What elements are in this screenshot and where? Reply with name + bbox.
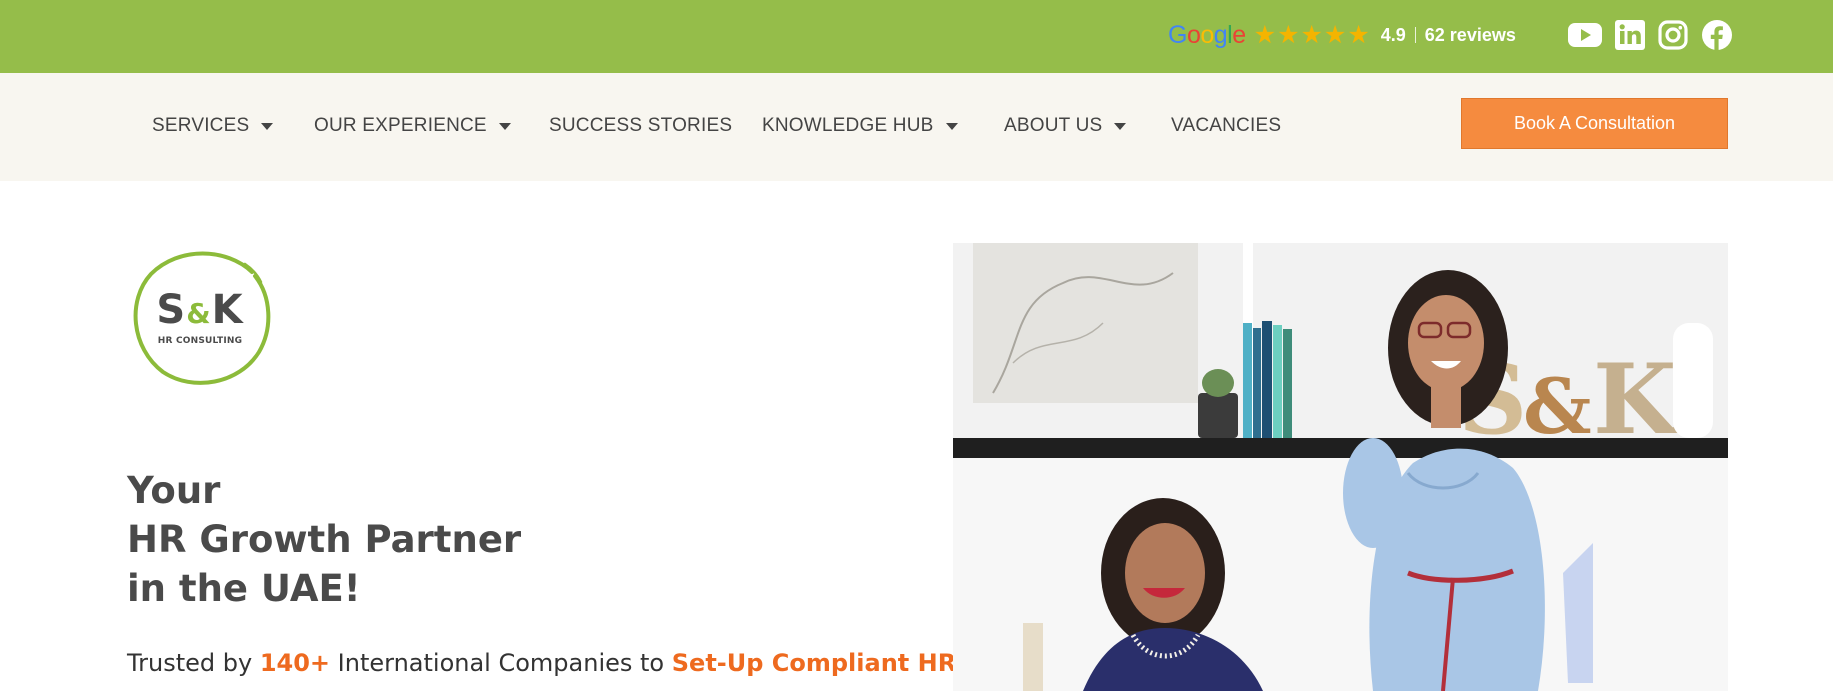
youtube-icon[interactable] — [1568, 18, 1602, 52]
nav-hub-label: KNOWLEDGE HUB — [762, 115, 934, 136]
headline-line-2: HR Growth Partner — [127, 518, 522, 561]
nav-success-label: SUCCESS STORIES — [549, 115, 733, 136]
book-consultation-button[interactable]: Book A Consultation — [1461, 98, 1728, 149]
star-icon: ★ — [1253, 20, 1277, 49]
logo-wordmark: S&K — [156, 287, 244, 333]
google-logo: Google — [1168, 20, 1246, 49]
nav-services[interactable]: SERVICES — [152, 115, 274, 137]
linkedin-icon[interactable] — [1613, 18, 1647, 52]
nav-about-label: ABOUT US — [1004, 115, 1103, 136]
nav-experience-label: OUR EXPERIENCE — [314, 115, 487, 136]
headline-line-3: in the UAE! — [127, 567, 361, 610]
tagline-prefix: Trusted by — [127, 649, 260, 677]
nav-knowledge-hub[interactable]: KNOWLEDGE HUB — [762, 115, 958, 137]
caret-down-icon — [498, 122, 511, 130]
nav-about-us[interactable]: ABOUT US — [1004, 115, 1127, 137]
top-bar: Google ★ ★ ★ ★ ★ 4.9 62 reviews — [0, 0, 1833, 73]
star-icon: ★ — [1323, 20, 1347, 49]
caret-down-icon — [261, 122, 274, 130]
divider — [1414, 27, 1416, 43]
nav-vacancies-label: VACANCIES — [1171, 115, 1282, 136]
hero-photo: S & K — [953, 243, 1728, 691]
instagram-icon[interactable] — [1656, 18, 1690, 52]
logo-subtitle: HR CONSULTING — [157, 336, 243, 346]
nav-our-experience[interactable]: OUR EXPERIENCE — [314, 115, 511, 137]
rating-value: 4.9 — [1380, 24, 1406, 45]
hero-tagline: Trusted by 140+ International Companies … — [127, 639, 956, 687]
star-icon: ★ — [1277, 20, 1300, 49]
facebook-icon[interactable] — [1700, 18, 1734, 52]
nav-vacancies[interactable]: VACANCIES — [1171, 115, 1281, 137]
rating-stars: ★ ★ ★ ★ ★ — [1253, 20, 1371, 49]
star-icon: ★ — [1300, 20, 1323, 49]
caret-down-icon — [945, 122, 958, 130]
star-icon: ★ — [1347, 20, 1370, 49]
caret-down-icon — [1114, 122, 1127, 130]
main-navigation: SERVICES OUR EXPERIENCE SUCCESS STORIES … — [0, 73, 1833, 181]
hero-headline: Your HR Growth Partner in the UAE! — [127, 466, 521, 613]
tagline-count: 140+ — [259, 649, 331, 677]
google-rating-badge[interactable]: Google ★ ★ ★ ★ ★ 4.9 62 reviews — [1168, 20, 1516, 50]
company-logo[interactable]: S&K HR CONSULTING — [127, 244, 273, 390]
headline-line-1: Your — [127, 469, 221, 512]
tagline-highlight: Set-Up Compliant HR — [671, 649, 957, 677]
nav-success-stories[interactable]: SUCCESS STORIES — [549, 115, 732, 137]
reviews-count: 62 reviews — [1424, 24, 1516, 45]
nav-services-label: SERVICES — [152, 115, 250, 136]
tagline-middle: International Companies to — [330, 649, 672, 677]
svg-text:&: & — [1523, 362, 1592, 451]
